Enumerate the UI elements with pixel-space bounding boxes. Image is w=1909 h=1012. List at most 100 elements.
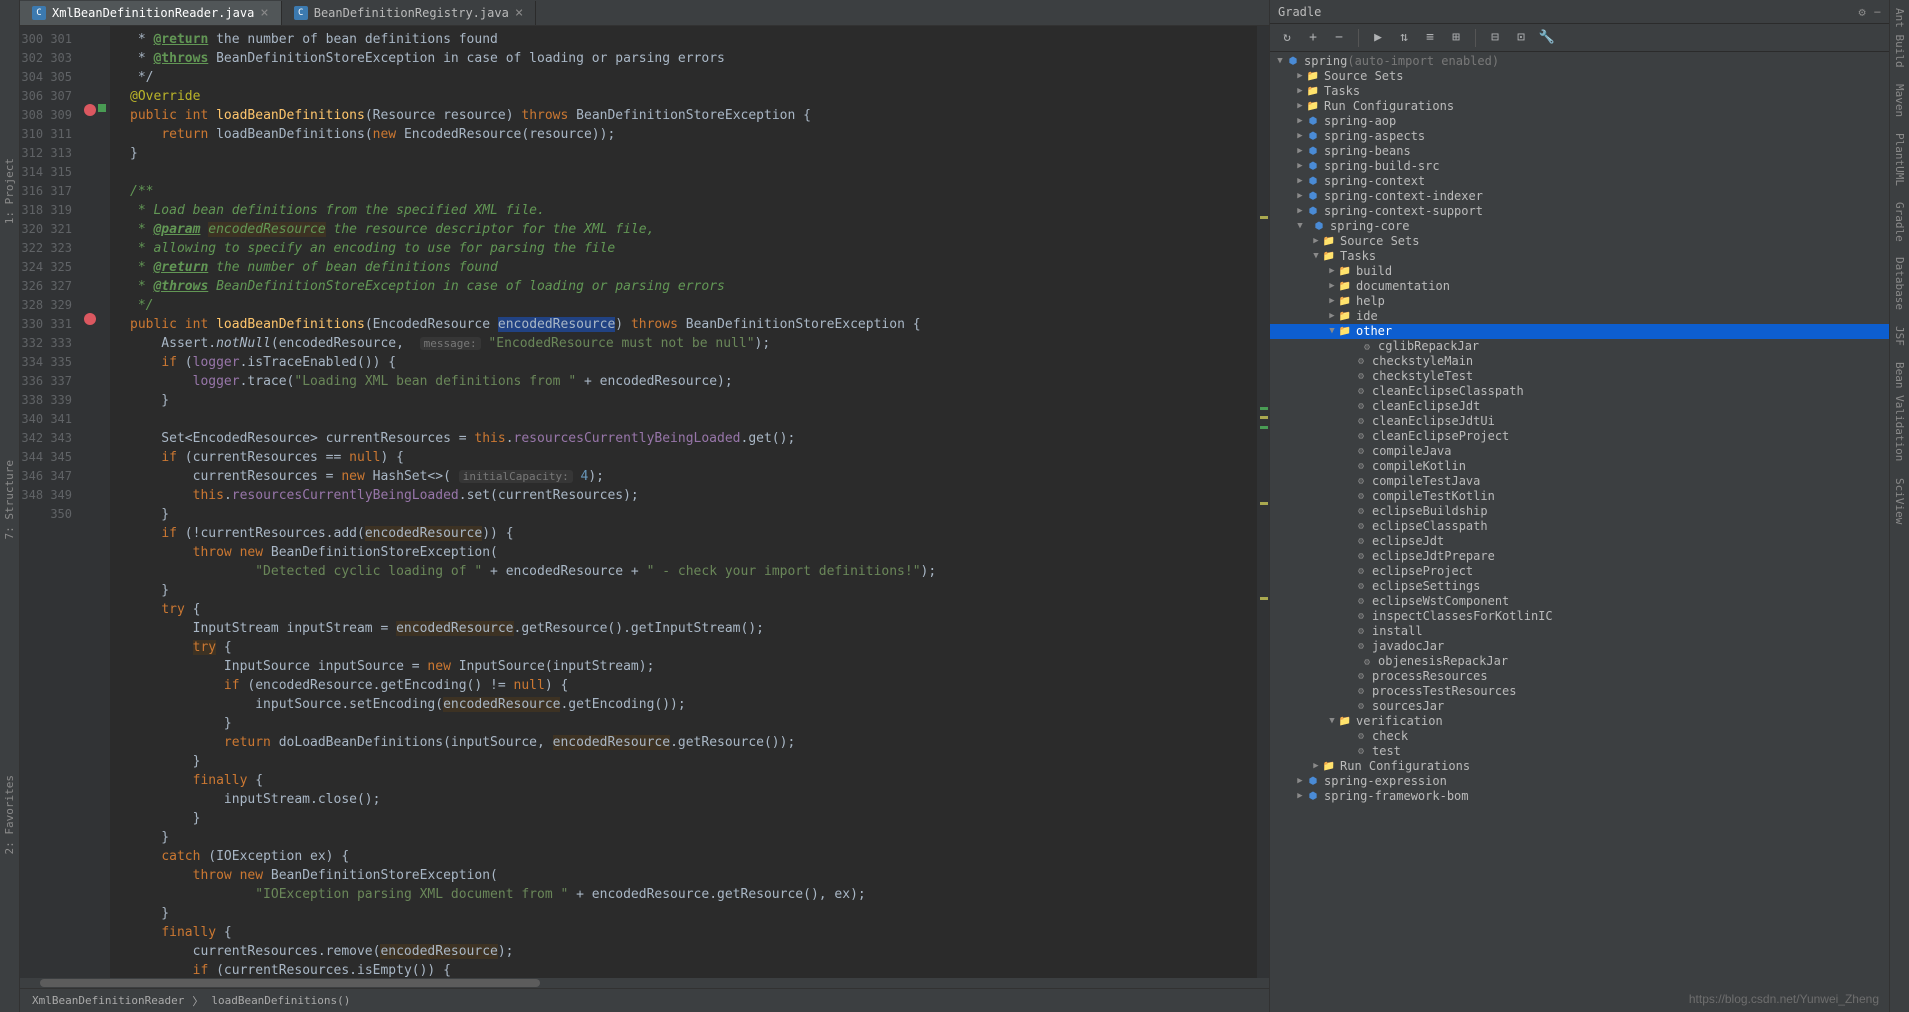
tree-row[interactable]: ▶⬢spring-expression <box>1270 774 1889 789</box>
tree-row[interactable]: ⚙check <box>1270 729 1889 744</box>
tree-row[interactable]: ⚙inspectClassesForKotlinIC <box>1270 609 1889 624</box>
tree-row[interactable]: ▼📁Tasks <box>1270 249 1889 264</box>
toolbar-button[interactable]: ⇅ <box>1393 27 1415 49</box>
tree-row[interactable]: ▶📁build <box>1270 264 1889 279</box>
editor-tab[interactable]: CBeanDefinitionRegistry.java× <box>282 1 537 25</box>
tree-row[interactable]: ⚙cleanEclipseJdt <box>1270 399 1889 414</box>
tree-row[interactable]: ⚙cglibRepackJar <box>1270 339 1889 354</box>
toolwindow-tab[interactable]: Maven <box>1893 84 1906 117</box>
toolbar-button[interactable]: ↻ <box>1276 27 1298 49</box>
tree-row[interactable]: ▶📁Run Configurations <box>1270 99 1889 114</box>
tree-row[interactable]: ⚙eclipseWstComponent <box>1270 594 1889 609</box>
tree-row[interactable]: ▶⬢spring-aspects <box>1270 129 1889 144</box>
toolbar-button[interactable]: 🔧 <box>1536 27 1558 49</box>
tree-row[interactable]: ▶📁Run Configurations <box>1270 759 1889 774</box>
tree-row[interactable]: ▶📁ide <box>1270 309 1889 324</box>
close-icon[interactable]: × <box>515 5 523 21</box>
gear-icon: ⚙ <box>1354 490 1368 504</box>
settings-icon[interactable]: ⚙ <box>1859 5 1866 19</box>
tool-project[interactable]: 1: Project <box>3 158 16 224</box>
toolbar-button[interactable]: ⊞ <box>1445 27 1467 49</box>
tree-row[interactable]: ⚙javadocJar <box>1270 639 1889 654</box>
tree-root[interactable]: ▼⬢spring (auto-import enabled) <box>1270 54 1889 69</box>
left-toolwindow-bar[interactable]: 1: Project 7: Structure 2: Favorites <box>0 0 20 1012</box>
gear-icon: ⚙ <box>1354 445 1368 459</box>
tree-row[interactable]: ⚙eclipseJdt <box>1270 534 1889 549</box>
toolbar-button[interactable]: ⊟ <box>1484 27 1506 49</box>
tool-structure[interactable]: 7: Structure <box>3 460 16 539</box>
tree-row[interactable]: ⚙compileTestKotlin <box>1270 489 1889 504</box>
toolwindow-tab[interactable]: Bean Validation <box>1893 362 1906 461</box>
tree-row[interactable]: ▼⬢spring-core <box>1270 219 1889 234</box>
toolbar-button[interactable]: + <box>1302 27 1324 49</box>
toolbar-button[interactable]: ⊡ <box>1510 27 1532 49</box>
tree-row[interactable]: ⚙compileTestJava <box>1270 474 1889 489</box>
minimize-icon[interactable]: − <box>1874 5 1881 19</box>
tree-row[interactable]: ⚙eclipseJdtPrepare <box>1270 549 1889 564</box>
toolwindow-tab[interactable]: Database <box>1893 257 1906 310</box>
tree-row[interactable]: ▶⬢spring-context-support <box>1270 204 1889 219</box>
tree-row[interactable]: ⚙cleanEclipseProject <box>1270 429 1889 444</box>
toolbar-button[interactable]: − <box>1328 27 1350 49</box>
tree-row[interactable]: ⚙eclipseClasspath <box>1270 519 1889 534</box>
gear-icon: ⚙ <box>1354 670 1368 684</box>
tree-row[interactable]: ⚙eclipseProject <box>1270 564 1889 579</box>
breakpoint-icon[interactable] <box>84 104 96 116</box>
toolwindow-tab[interactable]: PlantUML <box>1893 133 1906 186</box>
tree-row[interactable]: ⚙compileJava <box>1270 444 1889 459</box>
gear-icon: ⚙ <box>1354 400 1368 414</box>
tree-row[interactable]: ⚙checkstyleMain <box>1270 354 1889 369</box>
toolwindow-tab[interactable]: Gradle <box>1893 202 1906 242</box>
tree-row[interactable]: ▶📁help <box>1270 294 1889 309</box>
tree-row[interactable]: ⚙processResources <box>1270 669 1889 684</box>
breadcrumb-file[interactable]: XmlBeanDefinitionReader <box>32 994 184 1007</box>
tree-row[interactable]: ▶📁Tasks <box>1270 84 1889 99</box>
toolwindow-tab[interactable]: SciView <box>1893 478 1906 524</box>
tree-row[interactable]: ⚙eclipseBuildship <box>1270 504 1889 519</box>
tree-row[interactable]: ▶⬢spring-framework-bom <box>1270 789 1889 804</box>
tree-row[interactable]: ⚙sourcesJar <box>1270 699 1889 714</box>
right-toolwindow-bar[interactable]: Ant Build Maven PlantUML Gradle Database JSF B… <box>1889 0 1909 1012</box>
tree-row[interactable]: ▶⬢spring-build-src <box>1270 159 1889 174</box>
tree-row[interactable]: ▶📁Source Sets <box>1270 234 1889 249</box>
module-icon: ⬢ <box>1306 130 1320 144</box>
error-stripe[interactable] <box>1257 26 1269 978</box>
toolwindow-tab[interactable]: JSF <box>1893 326 1906 346</box>
folder-icon: 📁 <box>1306 100 1320 114</box>
tree-row[interactable]: ▶⬢spring-context <box>1270 174 1889 189</box>
close-icon[interactable]: × <box>260 5 268 21</box>
tree-row[interactable]: ▶📁documentation <box>1270 279 1889 294</box>
tree-row[interactable]: ▶⬢spring-beans <box>1270 144 1889 159</box>
gradle-tree[interactable]: ▼⬢spring (auto-import enabled)▶📁Source S… <box>1270 52 1889 1012</box>
tool-favorites[interactable]: 2: Favorites <box>3 775 16 854</box>
toolbar-button[interactable]: ▶ <box>1367 27 1389 49</box>
tree-row[interactable]: ▶⬢spring-aop <box>1270 114 1889 129</box>
tree-row[interactable]: ▶⬢spring-context-indexer <box>1270 189 1889 204</box>
tree-row[interactable]: ▼📁verification <box>1270 714 1889 729</box>
tree-row[interactable]: ⚙cleanEclipseClasspath <box>1270 384 1889 399</box>
gear-icon: ⚙ <box>1354 415 1368 429</box>
gear-icon: ⚙ <box>1354 430 1368 444</box>
horizontal-scrollbar[interactable] <box>20 978 1269 988</box>
tree-row[interactable]: ⚙objenesisRepackJar <box>1270 654 1889 669</box>
code-content[interactable]: * @return the number of bean definitions… <box>110 26 1257 978</box>
tree-row[interactable]: ⚙test <box>1270 744 1889 759</box>
toolbar-button[interactable]: ≡ <box>1419 27 1441 49</box>
breakpoint-icon[interactable] <box>84 313 96 325</box>
tree-row[interactable]: ⚙checkstyleTest <box>1270 369 1889 384</box>
tree-row[interactable]: ⚙cleanEclipseJdtUi <box>1270 414 1889 429</box>
tree-row[interactable]: ⚙eclipseSettings <box>1270 579 1889 594</box>
toolwindow-tab[interactable]: Ant Build <box>1893 8 1906 68</box>
tree-row[interactable]: ⚙processTestResources <box>1270 684 1889 699</box>
scrollbar-thumb[interactable] <box>40 979 540 987</box>
editor-tab[interactable]: CXmlBeanDefinitionReader.java× <box>20 1 282 25</box>
breadcrumb-method[interactable]: loadBeanDefinitions() <box>211 994 350 1007</box>
tree-row[interactable]: ▶📁Source Sets <box>1270 69 1889 84</box>
override-icon[interactable] <box>98 104 106 112</box>
gear-icon: ⚙ <box>1354 580 1368 594</box>
gear-icon: ⚙ <box>1354 475 1368 489</box>
tree-row[interactable]: ▼📁other <box>1270 324 1889 339</box>
tree-row[interactable]: ⚙compileKotlin <box>1270 459 1889 474</box>
tree-row[interactable]: ⚙install <box>1270 624 1889 639</box>
folder-icon: 📁 <box>1338 715 1352 729</box>
